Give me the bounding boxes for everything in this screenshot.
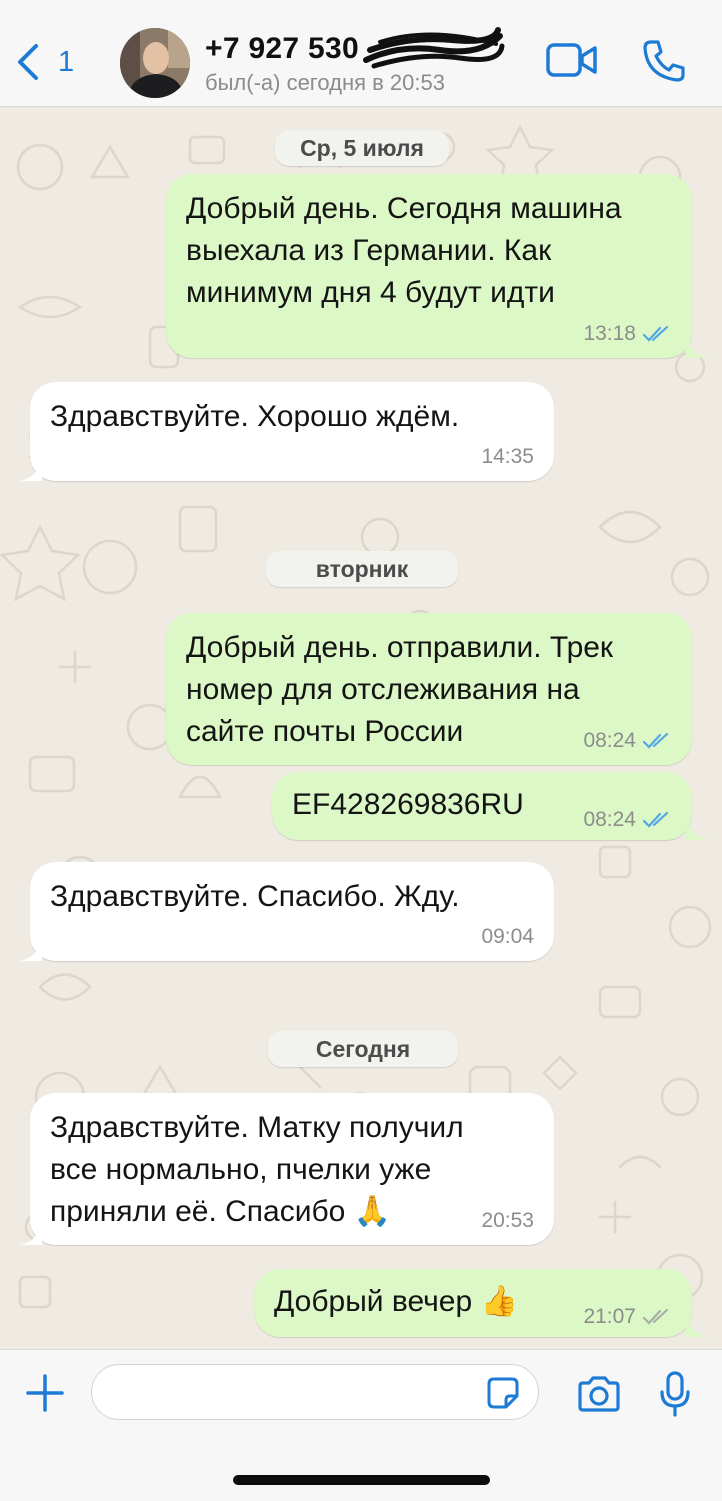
incoming-message[interactable]: Здравствуйте. Спасибо. Жду. 09:04 <box>30 862 554 961</box>
tracking-number: EF428269836RU <box>292 788 524 821</box>
video-call-icon[interactable] <box>546 42 598 78</box>
message-text-line: номер для отслеживания на <box>186 673 580 706</box>
bubble-tail <box>686 1315 708 1337</box>
avatar[interactable] <box>120 28 190 98</box>
message-text-line: минимум дня 4 будут идти <box>186 276 555 309</box>
plus-icon[interactable] <box>24 1372 66 1414</box>
bubble-tail <box>686 336 708 358</box>
message-time: 20:53 <box>481 1209 534 1232</box>
unread-count: 1 <box>58 45 75 78</box>
phone-icon[interactable] <box>641 38 687 84</box>
read-ticks-icon <box>642 325 669 342</box>
bubble-tail <box>686 818 708 840</box>
message-text-line: Добрый вечер 👍 <box>274 1285 518 1318</box>
redaction-scribble <box>363 27 505 69</box>
message-text-line: Добрый день. отправили. Трек <box>186 631 614 664</box>
message-composer <box>0 1349 722 1501</box>
message-text-line: приняли её. Спасибо 🙏 <box>50 1195 392 1228</box>
microphone-icon[interactable] <box>658 1370 692 1418</box>
chat-header: 1 +7 927 530 был(-а) сегодня в 20:53 <box>0 0 722 107</box>
read-ticks-icon <box>642 811 669 828</box>
message-text-line: Добрый день. Сегодня машина <box>186 192 622 225</box>
outgoing-message[interactable]: Добрый день. Сегодня машина выехала из Г… <box>166 174 692 358</box>
message-time: 09:04 <box>481 925 534 948</box>
message-time: 14:35 <box>481 445 534 468</box>
outgoing-message[interactable]: Добрый день. отправили. Трек номер для о… <box>166 613 692 765</box>
message-text-line: Здравствуйте. Хорошо ждём. <box>50 400 460 433</box>
message-text-line: Здравствуйте. Матку получил <box>50 1111 464 1144</box>
last-seen-status: был(-а) сегодня в 20:53 <box>205 70 445 95</box>
message-time: 13:18 <box>583 322 636 345</box>
bubble-tail <box>20 939 42 961</box>
bubble-tail <box>20 1223 42 1245</box>
message-input[interactable] <box>91 1364 539 1420</box>
home-indicator[interactable] <box>233 1475 490 1485</box>
chevron-left-icon <box>18 44 38 80</box>
chat-area[interactable]: Ср, 5 июля Добрый день. Сегодня машина в… <box>0 107 722 1349</box>
contact-name[interactable]: +7 927 530 <box>205 32 359 66</box>
delivered-ticks-icon <box>642 1308 669 1325</box>
incoming-message[interactable]: Здравствуйте. Матку получил все нормальн… <box>30 1093 554 1245</box>
message-text-line: все нормально, пчелки уже <box>50 1153 432 1186</box>
outgoing-message[interactable]: EF428269836RU 08:24 <box>272 772 692 840</box>
outgoing-message[interactable]: Добрый вечер 👍 21:07 <box>254 1269 692 1337</box>
read-ticks-icon <box>642 732 669 749</box>
date-separator: Ср, 5 июля <box>275 130 449 166</box>
back-button[interactable]: 1 <box>14 40 74 84</box>
message-text-line: выехала из Германии. Как <box>186 234 552 267</box>
message-time: 08:24 <box>583 808 636 831</box>
message-text-line: сайте почты России <box>186 715 464 748</box>
camera-icon[interactable] <box>576 1376 622 1412</box>
sticker-icon[interactable] <box>486 1376 520 1410</box>
message-time: 21:07 <box>583 1305 636 1328</box>
incoming-message[interactable]: Здравствуйте. Хорошо ждём. 14:35 <box>30 382 554 481</box>
date-separator: вторник <box>266 551 458 587</box>
message-text-line: Здравствуйте. Спасибо. Жду. <box>50 880 460 913</box>
date-separator: Сегодня <box>268 1031 458 1067</box>
bubble-tail <box>20 459 42 481</box>
message-time: 08:24 <box>583 729 636 752</box>
